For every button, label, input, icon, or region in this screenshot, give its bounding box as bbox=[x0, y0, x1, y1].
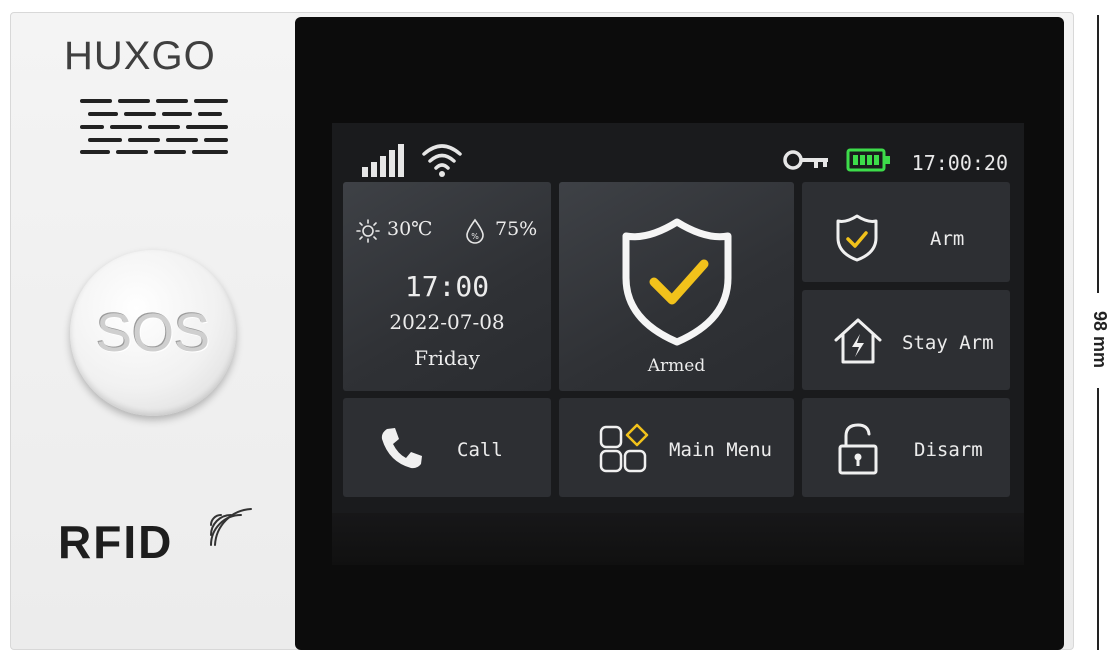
stay-arm-button[interactable]: Stay Arm bbox=[802, 290, 1010, 390]
armed-status-tile[interactable]: Armed bbox=[559, 182, 794, 391]
humidity-icon: % bbox=[466, 218, 484, 244]
status-time: 17:00:20 bbox=[911, 151, 1008, 175]
call-label: Call bbox=[457, 439, 503, 461]
temperature: 30℃ bbox=[387, 218, 433, 240]
rfid-waves-icon bbox=[210, 508, 252, 546]
sos-button[interactable]: SOS bbox=[70, 250, 236, 416]
key-icon bbox=[783, 150, 828, 170]
humidity: 75% bbox=[495, 218, 538, 240]
dimension-line bbox=[1097, 15, 1099, 293]
screen-reflection bbox=[332, 513, 1024, 565]
wifi-icon bbox=[422, 144, 462, 177]
phone-icon bbox=[381, 428, 422, 469]
home-lightning-icon bbox=[834, 318, 882, 364]
shield-check-icon bbox=[622, 218, 732, 346]
sun-icon bbox=[356, 219, 380, 243]
sos-label: SOS bbox=[95, 303, 211, 363]
dimension-line bbox=[1097, 388, 1099, 650]
clock-date: 2022-07-08 bbox=[389, 310, 505, 334]
disarm-button[interactable]: Disarm bbox=[802, 398, 1010, 497]
clock-weather-tile: 30℃ % 75% 17:00 2022-07-08 Friday bbox=[343, 182, 551, 391]
clock-time: 17:00 bbox=[404, 270, 490, 303]
clock-weekday: Friday bbox=[414, 346, 480, 370]
disarm-label: Disarm bbox=[914, 439, 983, 461]
touch-screen: 17:00:20 30℃ % 75% 17:00 2022-07-08 Frid… bbox=[332, 123, 1024, 513]
signal-icon bbox=[362, 144, 404, 177]
brand-logo: HUXGO bbox=[64, 34, 216, 78]
armed-label: Armed bbox=[647, 356, 706, 376]
arm-label: Arm bbox=[930, 228, 965, 250]
stay-arm-label: Stay Arm bbox=[902, 332, 994, 354]
speaker-grille-icon bbox=[80, 99, 228, 154]
apps-grid-icon bbox=[599, 423, 649, 473]
status-bar: 17:00:20 bbox=[332, 123, 1024, 181]
dimension-label: 98 mm bbox=[1090, 311, 1109, 369]
main-menu-label: Main Menu bbox=[669, 439, 772, 461]
main-menu-button[interactable]: Main Menu bbox=[559, 398, 794, 497]
call-button[interactable]: Call bbox=[343, 398, 551, 497]
svg-text:%: % bbox=[471, 232, 479, 241]
shield-icon bbox=[836, 214, 878, 262]
battery-icon bbox=[846, 148, 890, 172]
arm-button[interactable]: Arm bbox=[802, 182, 1010, 282]
rfid-label: RFID bbox=[58, 516, 174, 568]
unlock-icon bbox=[838, 423, 878, 475]
